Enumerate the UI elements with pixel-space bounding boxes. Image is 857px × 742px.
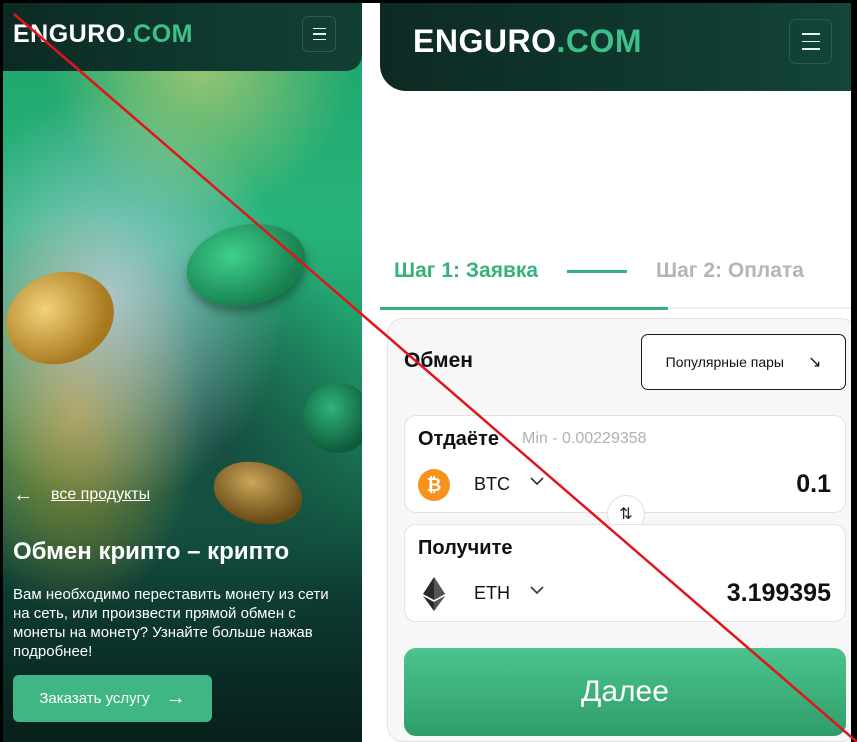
hero-coin-image [303, 383, 362, 453]
site-header: ENGURO.COM [3, 3, 362, 71]
active-step-indicator [380, 307, 668, 310]
hero-coin-image [3, 256, 128, 380]
popular-pairs-label: Популярные пары [665, 354, 784, 370]
arrow-right-icon: → [165, 687, 186, 709]
arrow-down-right-icon: ↘ [807, 354, 822, 371]
hero-coin-image [206, 452, 310, 534]
site-logo[interactable]: ENGURO.COM [413, 23, 642, 60]
order-service-button[interactable]: Заказать услугу → [13, 675, 212, 722]
page-description: Вам необходимо переставить монету из сет… [13, 586, 329, 660]
step-track [668, 307, 857, 309]
chevron-down-icon[interactable] [528, 472, 546, 495]
give-currency-select[interactable]: BTC [474, 474, 510, 495]
ethereum-icon [418, 577, 450, 611]
give-amount-input[interactable]: 0.1 [796, 470, 831, 499]
tab-step-1[interactable]: Шаг 1: Заявка [394, 259, 538, 283]
exchange-form: Обмен Популярные пары ↘ Отдаёте Min - 0.… [387, 318, 857, 742]
step-separator [567, 270, 627, 273]
tab-step-2[interactable]: Шаг 2: Оплата [656, 259, 804, 283]
exchange-title: Обмен [404, 349, 473, 372]
give-label: Отдаёте [418, 428, 499, 450]
back-link-label: все продукты [51, 486, 151, 503]
popular-pairs-button[interactable]: Популярные пары ↘ [641, 334, 846, 390]
get-field: Получите ETH 3.199395 [404, 524, 846, 622]
site-logo[interactable]: ENGURO.COM [13, 20, 193, 49]
logo-domain: .COM [556, 23, 642, 59]
give-min-amount: Min - 0.00229358 [522, 430, 647, 447]
exchange-panel: ENGURO.COM Шаг 1: Заявка Шаг 2: Оплата О… [363, 0, 857, 742]
logo-text: ENGURO [13, 20, 126, 48]
site-header: ENGURO.COM [380, 0, 857, 91]
bitcoin-icon: ₿ [418, 469, 450, 501]
hamburger-icon[interactable] [302, 16, 336, 52]
frame-border [0, 0, 857, 3]
logo-text: ENGURO [413, 23, 557, 59]
back-to-products-link[interactable]: ← все продукты [13, 485, 150, 505]
step-tabs: Шаг 1: Заявка Шаг 2: Оплата [380, 255, 857, 310]
chevron-down-icon[interactable] [528, 581, 546, 604]
next-button[interactable]: Далее [404, 648, 846, 736]
arrow-left-icon: ← [13, 484, 33, 506]
frame-border [0, 0, 3, 742]
get-amount-value: 3.199395 [726, 579, 831, 607]
order-button-label: Заказать услугу [39, 690, 150, 707]
get-label: Получите [418, 537, 513, 559]
logo-domain: .COM [125, 20, 194, 48]
product-panel: ENGURO.COM ← все продукты Обмен крипто –… [3, 3, 362, 742]
get-currency-select[interactable]: ETH [474, 583, 510, 604]
frame-border [851, 0, 857, 742]
page-title: Обмен крипто – крипто [13, 538, 290, 565]
hero-coin-image [178, 213, 314, 317]
hamburger-icon[interactable] [789, 19, 832, 64]
